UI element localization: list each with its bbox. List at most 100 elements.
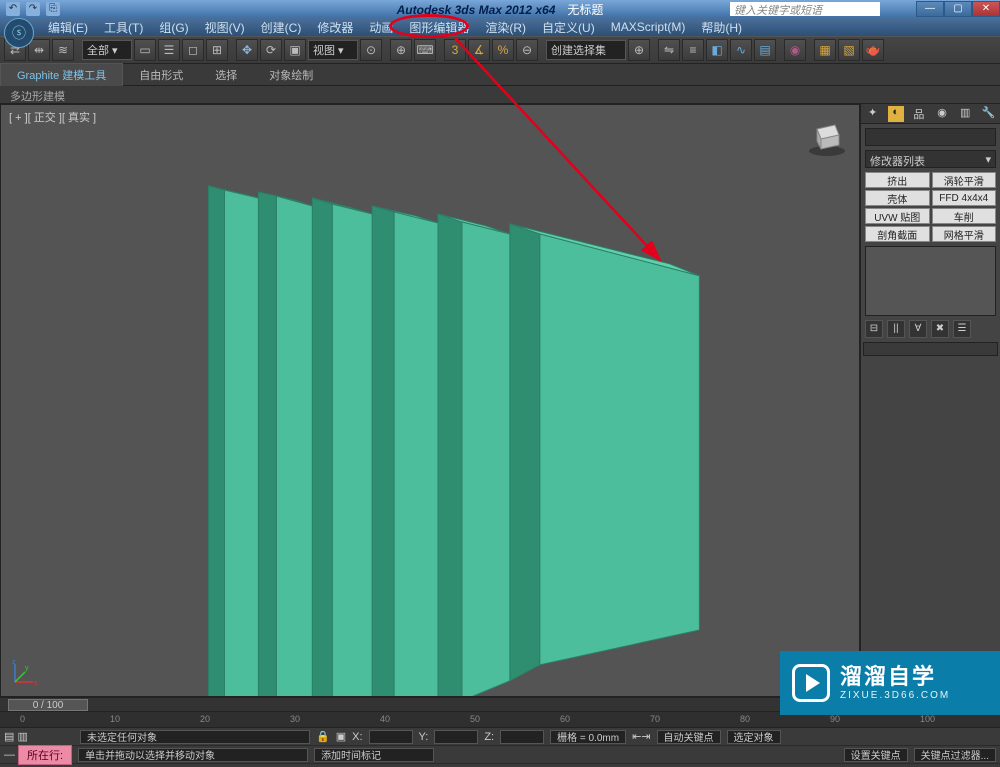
mod-btn-extrude[interactable]: 挤出 [865,172,930,188]
viewport-label[interactable]: [ + ][ 正交 ][ 真实 ] [9,109,96,125]
menu-group[interactable]: 组(G) [151,19,196,36]
auto-key-button[interactable]: 自动关键点 [657,730,721,744]
menu-view[interactable]: 视图(V) [197,19,253,36]
pivot-icon[interactable]: ⊙ [360,39,382,61]
menu-modifiers[interactable]: 修改器 [309,19,361,36]
mod-btn-chamfer[interactable]: 剖角截面 [865,226,930,242]
utilities-tab-icon[interactable]: 🔧 [980,106,996,122]
modifier-list-dropdown[interactable]: 修改器列表▾ [865,150,996,168]
current-line-button[interactable]: 所在行: [18,745,72,765]
lock-icon[interactable]: 🔒 [316,730,330,743]
app-logo-icon[interactable]: ⓢ [4,18,34,48]
named-sel-set-dropdown[interactable]: 创建选择集 [546,40,626,60]
add-time-tag[interactable]: 添加时间标记 [314,748,434,762]
script-mini-icon[interactable]: ▤ ▥ [4,730,74,743]
object-name-input[interactable] [865,128,996,146]
viewport-ortho[interactable]: [ + ][ 正交 ][ 真实 ] [0,104,860,697]
scale-icon[interactable]: ▣ [284,39,306,61]
bind-icon[interactable]: ≋ [52,39,74,61]
snap-percent-icon[interactable]: % [492,39,514,61]
create-tab-icon[interactable]: ✦ [865,106,881,122]
select-name-icon[interactable]: ☰ [158,39,180,61]
coord-z-input[interactable] [500,730,544,744]
mod-btn-ffd[interactable]: FFD 4x4x4 [932,190,997,206]
snap-angle-icon[interactable]: ∡ [468,39,490,61]
window-buttons: — ▢ ✕ [916,1,1000,17]
mod-btn-meshsmooth[interactable]: 网格平滑 [932,226,997,242]
curve-editor-icon[interactable]: ∿ [730,39,752,61]
app-title: Autodesk 3ds Max 2012 x64无标题 [397,1,604,18]
mod-btn-turbosmooth[interactable]: 涡轮平滑 [932,172,997,188]
move-icon[interactable]: ✥ [236,39,258,61]
spinner-snap-icon[interactable]: ⊖ [516,39,538,61]
motion-tab-icon[interactable]: ◉ [934,106,950,122]
undo-icon[interactable]: ↶ [6,2,20,16]
layers-icon[interactable]: ◧ [706,39,728,61]
menu-animation[interactable]: 动画 [361,19,401,36]
snap-2d-icon[interactable]: 3 [444,39,466,61]
render-prod-icon[interactable]: 🫖 [862,39,884,61]
coord-x-input[interactable] [369,730,413,744]
expand-icon[interactable]: — [4,749,12,761]
manip-icon[interactable]: ⊕ [390,39,412,61]
ribbon-panel-label: 多边形建模 [0,86,1000,104]
key-filters-button[interactable]: 关键点过滤器... [914,748,996,762]
configure-icon[interactable]: ☰ [953,320,971,338]
mod-btn-shell[interactable]: 壳体 [865,190,930,206]
material-editor-icon[interactable]: ◉ [784,39,806,61]
render-frame-icon[interactable]: ▧ [838,39,860,61]
redo-icon[interactable]: ↷ [26,2,40,16]
menu-graph-editors[interactable]: 图形编辑器 [401,19,477,36]
grid-readout: 栅格 = 0.0mm [550,730,626,744]
modifier-stack[interactable] [865,246,996,316]
select-icon[interactable]: ▭ [134,39,156,61]
help-search-input[interactable]: 键入关键字或短语 [730,2,880,16]
ribbon-tab-graphite[interactable]: Graphite 建模工具 [0,63,123,86]
hierarchy-tab-icon[interactable]: 品 [911,106,927,122]
selection-filter-dropdown[interactable]: 全部 ▾ [82,40,132,60]
mirror-icon[interactable]: ⇋ [658,39,680,61]
set-key-button[interactable]: 设置关键点 [844,748,908,762]
show-end-icon[interactable]: || [887,320,905,338]
ref-coord-dropdown[interactable]: 视图 ▾ [308,40,358,60]
status-rows: ▤ ▥ 未选定任何对象 🔒 ▣ X: Y: Z: 栅格 = 0.0mm ⇤⇥ 自… [0,728,1000,764]
mod-btn-lathe[interactable]: 车削 [932,208,997,224]
rotate-icon[interactable]: ⟳ [260,39,282,61]
menu-create[interactable]: 创建(C) [253,19,310,36]
display-tab-icon[interactable]: ▥ [957,106,973,122]
time-slider-handle[interactable]: 0 / 100 [8,699,88,711]
svg-text:y: y [25,665,29,672]
mod-btn-uvw[interactable]: UVW 贴图 [865,208,930,224]
selected-objs-dropdown[interactable]: 选定对象 [727,730,781,744]
unlink-icon[interactable]: ⇹ [28,39,50,61]
select-rect-icon[interactable]: ◻ [182,39,204,61]
key-nav-icon[interactable]: ⇤⇥ [632,730,650,743]
align-icon[interactable]: ≡ [682,39,704,61]
modify-tab-icon[interactable]: ◐ [888,106,904,122]
menu-help[interactable]: 帮助(H) [693,19,750,36]
schematic-icon[interactable]: ▤ [754,39,776,61]
menu-edit[interactable]: 编辑(E) [40,19,96,36]
qat-icon[interactable]: ⎘ [46,2,60,16]
isolate-icon[interactable]: ▣ [336,730,346,743]
make-unique-icon[interactable]: ∀ [909,320,927,338]
window-crossing-icon[interactable]: ⊞ [206,39,228,61]
viewcube-icon[interactable] [805,115,849,159]
coord-y-input[interactable] [434,730,478,744]
close-icon[interactable]: ✕ [972,1,1000,17]
menu-customize[interactable]: 自定义(U) [534,19,603,36]
render-setup-icon[interactable]: ▦ [814,39,836,61]
remove-mod-icon[interactable]: ✖ [931,320,949,338]
ribbon-tab-selection[interactable]: 选择 [199,64,253,86]
menu-tools[interactable]: 工具(T) [96,19,151,36]
qat-icons: ↶ ↷ ⎘ [0,2,60,16]
menu-maxscript[interactable]: MAXScript(M) [603,20,694,34]
ribbon-tab-freeform[interactable]: 自由形式 [123,64,199,86]
minimize-icon[interactable]: — [916,1,944,17]
maximize-icon[interactable]: ▢ [944,1,972,17]
keyboard-icon[interactable]: ⌨ [414,39,436,61]
menu-render[interactable]: 渲染(R) [477,19,534,36]
sel-set-add-icon[interactable]: ⊕ [628,39,650,61]
ribbon-tab-object-paint[interactable]: 对象绘制 [253,64,329,86]
pin-stack-icon[interactable]: ⊟ [865,320,883,338]
